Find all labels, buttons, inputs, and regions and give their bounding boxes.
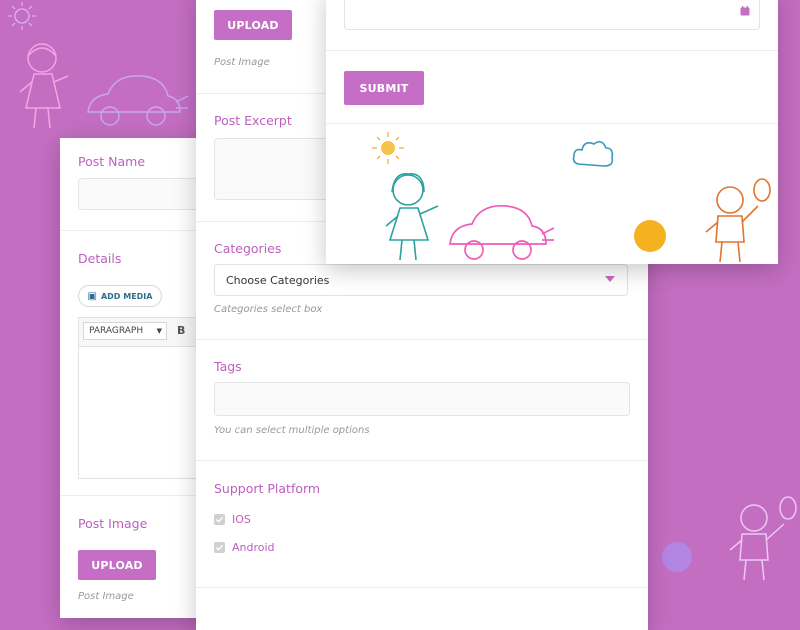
car-doodle-icon bbox=[449, 204, 554, 260]
girl-doodle-icon bbox=[385, 173, 439, 261]
format-select-value: PARAGRAPH bbox=[89, 326, 144, 336]
check-icon bbox=[215, 544, 224, 551]
upload-button[interactable]: UPLOAD bbox=[214, 10, 292, 40]
categories-select-value: Choose Categories bbox=[226, 273, 330, 287]
platform-ios-option[interactable]: IOS bbox=[214, 513, 251, 526]
tags-label: Tags bbox=[214, 359, 242, 374]
girl-doodle-icon bbox=[19, 43, 69, 129]
ball-doodle-icon bbox=[634, 220, 666, 252]
platform-android-label: Android bbox=[232, 541, 275, 554]
date-section bbox=[326, 0, 778, 51]
chevron-down-icon: ▼ bbox=[156, 327, 162, 335]
checkbox-android[interactable] bbox=[214, 542, 225, 553]
add-media-label: ADD MEDIA bbox=[100, 291, 153, 301]
boy-doodle-icon bbox=[729, 496, 797, 581]
upload-button[interactable]: UPLOAD bbox=[78, 550, 156, 580]
categories-label: Categories bbox=[214, 241, 282, 256]
bold-button[interactable]: B bbox=[177, 324, 185, 337]
post-form-panel-right: SUBMIT bbox=[326, 0, 778, 264]
tags-section: Tags You can select multiple options bbox=[196, 340, 648, 461]
sun-doodle-icon bbox=[372, 132, 404, 164]
caret-down-icon bbox=[605, 276, 615, 282]
boy-doodle-icon bbox=[705, 178, 771, 263]
format-select[interactable]: PARAGRAPH ▼ bbox=[83, 322, 167, 340]
support-platform-section: Support Platform IOS Android bbox=[196, 461, 648, 588]
submit-button[interactable]: SUBMIT bbox=[344, 71, 424, 105]
car-doodle-icon bbox=[87, 75, 189, 126]
tags-hint: You can select multiple options bbox=[214, 425, 370, 436]
ball-doodle-icon bbox=[662, 542, 692, 572]
kids-illustration bbox=[326, 124, 778, 264]
tags-input[interactable] bbox=[214, 382, 630, 416]
post-name-label: Post Name bbox=[78, 154, 146, 169]
submit-section: SUBMIT bbox=[326, 51, 778, 124]
check-icon bbox=[215, 516, 224, 523]
categories-select[interactable]: Choose Categories bbox=[214, 264, 628, 296]
add-media-button[interactable]: ▣ ADD MEDIA bbox=[78, 285, 162, 307]
post-image-hint: Post Image bbox=[214, 57, 270, 68]
support-platform-label: Support Platform bbox=[214, 481, 321, 496]
details-label: Details bbox=[78, 251, 122, 266]
post-image-label: Post Image bbox=[78, 516, 148, 531]
date-input[interactable] bbox=[344, 0, 760, 30]
platform-android-option[interactable]: Android bbox=[214, 541, 275, 554]
cloud-doodle-icon bbox=[572, 140, 614, 167]
media-icon: ▣ bbox=[87, 290, 97, 302]
sun-doodle-icon bbox=[8, 2, 36, 30]
categories-hint: Categories select box bbox=[214, 304, 323, 315]
calendar-icon[interactable] bbox=[740, 6, 750, 16]
platform-ios-label: IOS bbox=[232, 513, 251, 526]
post-image-hint: Post Image bbox=[78, 591, 134, 602]
post-excerpt-label: Post Excerpt bbox=[214, 113, 292, 128]
checkbox-ios[interactable] bbox=[214, 514, 225, 525]
